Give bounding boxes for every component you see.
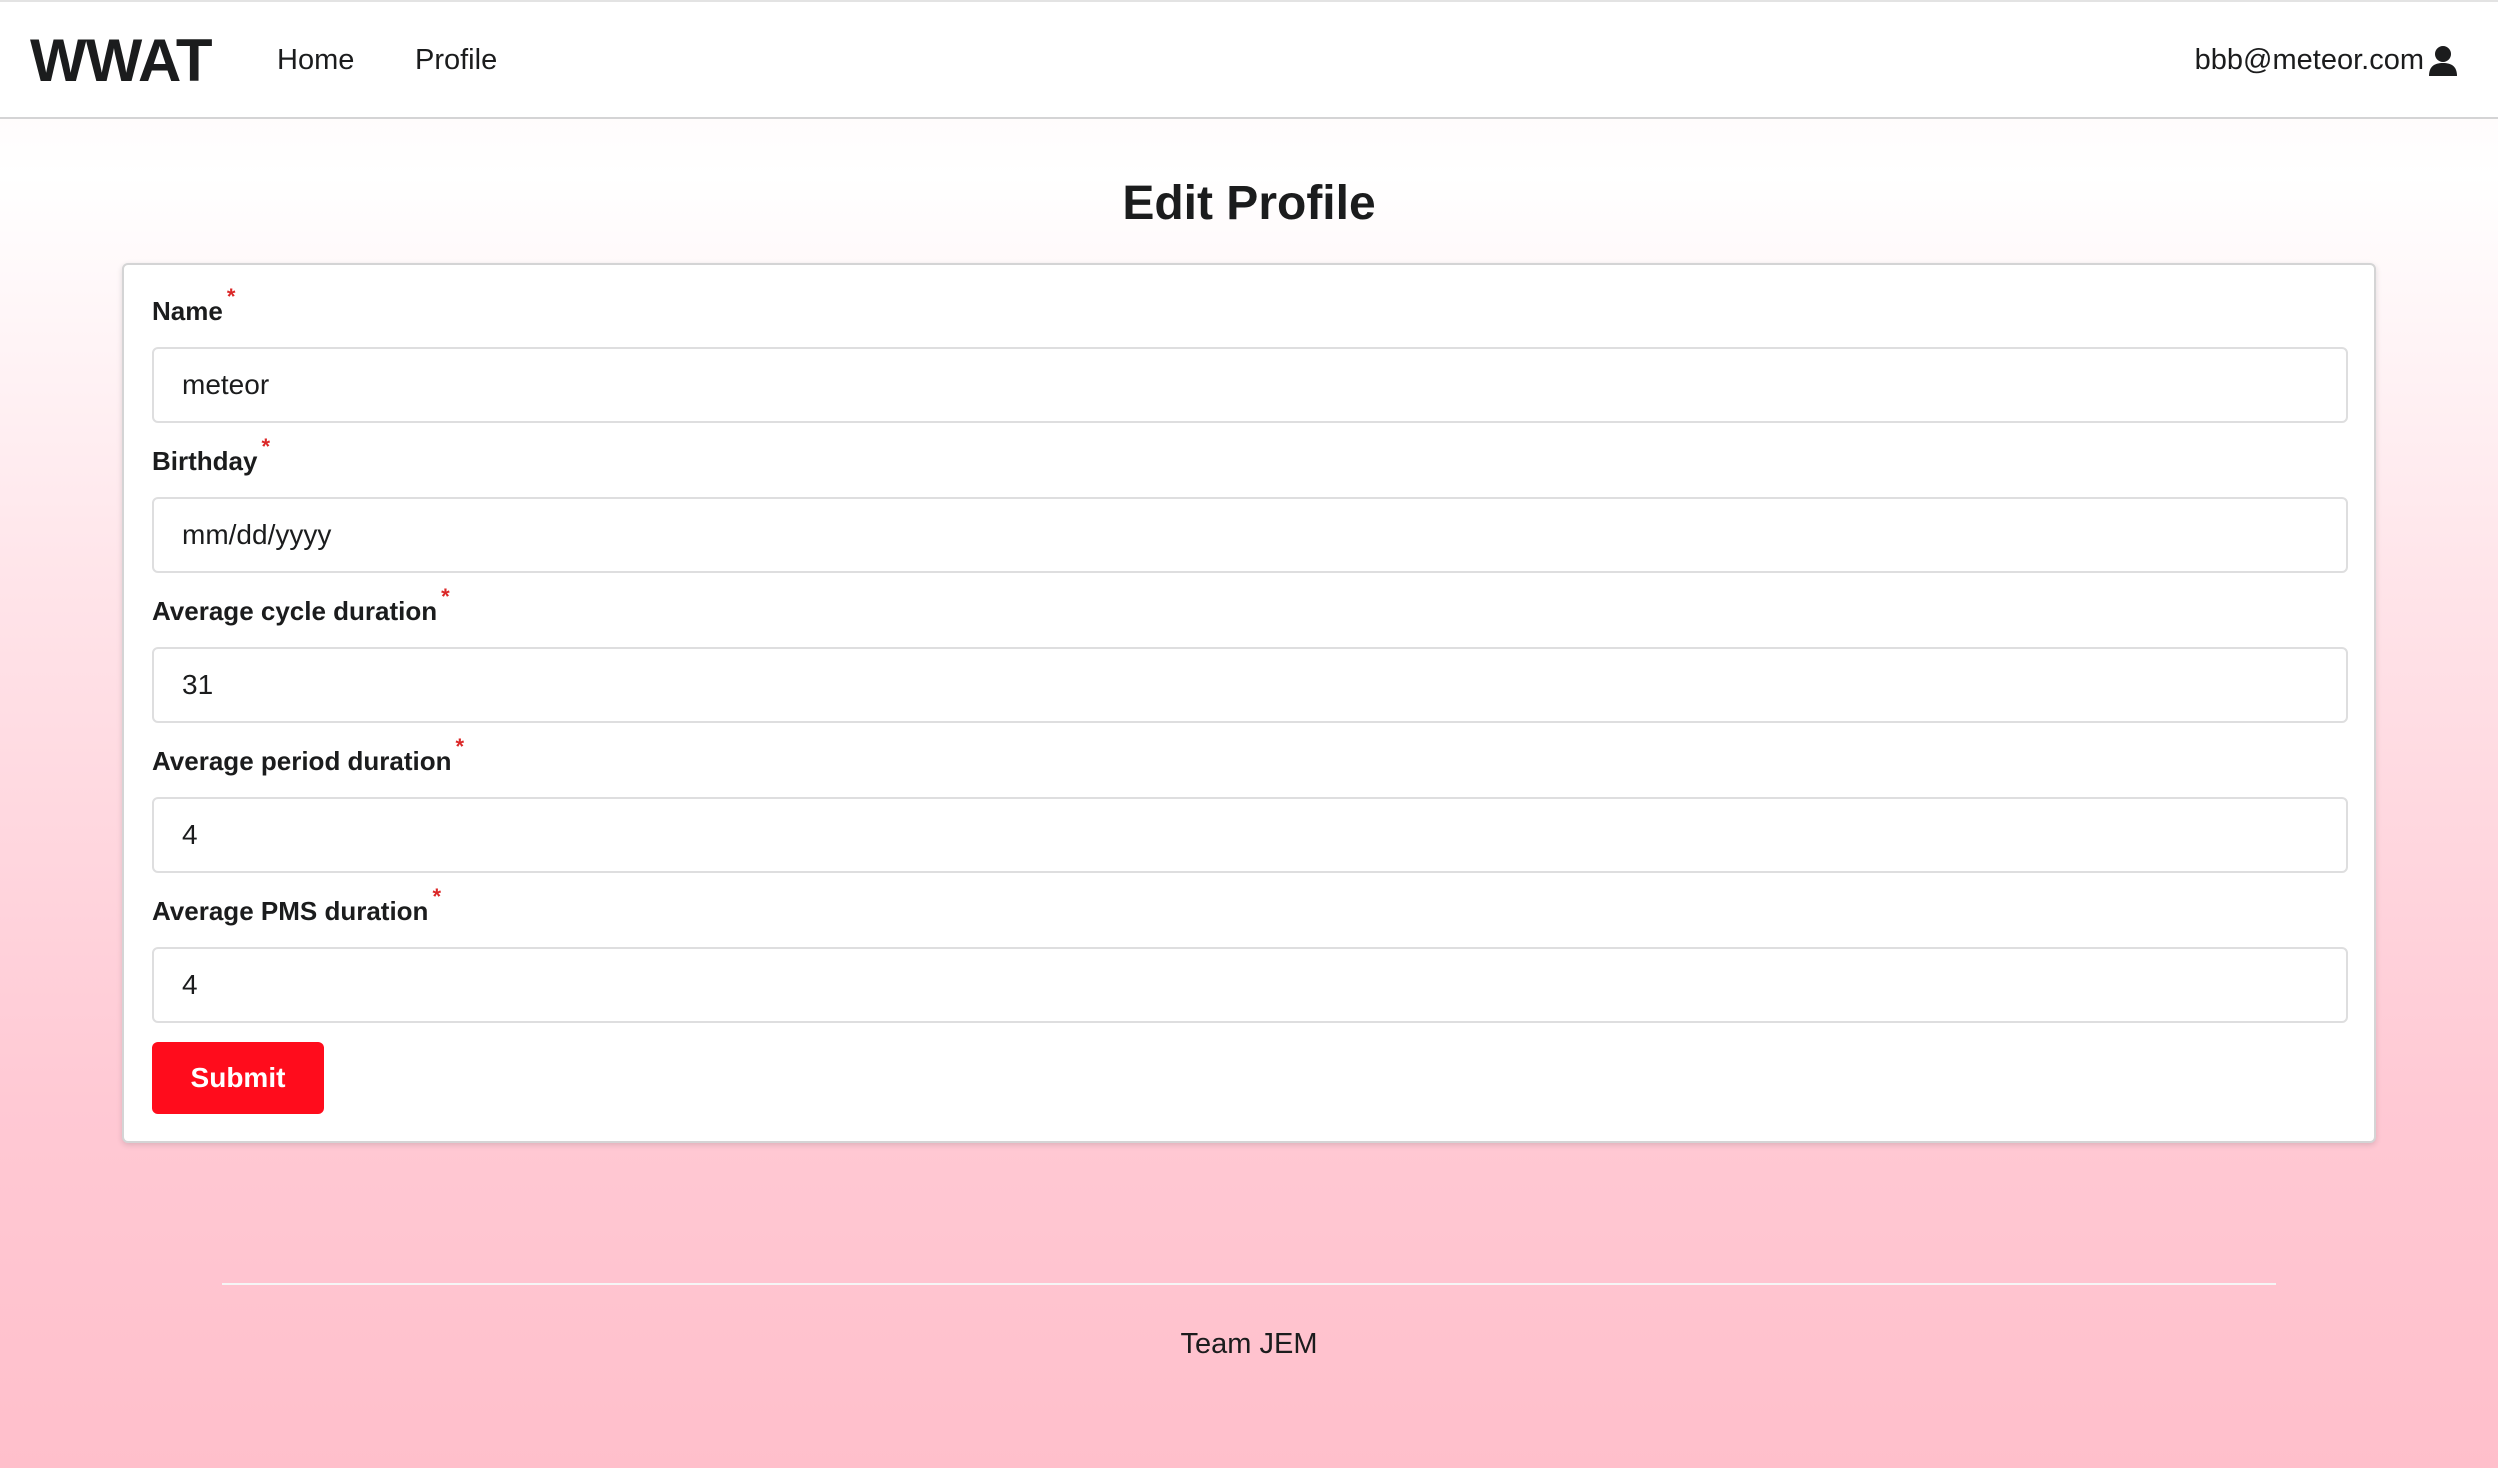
brand-logo[interactable]: WWAT <box>30 26 212 95</box>
edit-profile-form: Name * meteor Birthday * mm/dd/yyyy Averag… <box>122 263 2376 1143</box>
nav-item-profile[interactable]: Profile <box>415 44 497 77</box>
required-marker: * <box>441 584 450 609</box>
birthday-field: Birthday * mm/dd/yyyy <box>152 434 2348 573</box>
user-menu[interactable]: bbb@meteor.com <box>2195 44 2458 77</box>
name-field: Name * meteor <box>152 284 2348 423</box>
name-label: Name * <box>152 284 236 326</box>
pms-duration-field: Average PMS duration * 4 <box>152 884 2348 1023</box>
user-icon <box>2428 45 2458 77</box>
cycle-duration-field: Average cycle duration * 31 <box>152 584 2348 723</box>
nav-item-home[interactable]: Home <box>277 44 354 77</box>
name-input[interactable]: meteor <box>152 347 2348 423</box>
required-marker: * <box>432 884 441 909</box>
pms-duration-label: Average PMS duration * <box>152 884 441 926</box>
birthday-label: Birthday * <box>152 434 271 476</box>
footer-divider <box>222 1283 2276 1285</box>
period-duration-field: Average period duration * 4 <box>152 734 2348 873</box>
cycle-duration-label: Average cycle duration * <box>152 584 450 626</box>
required-marker: * <box>226 284 236 309</box>
submit-button[interactable]: Submit <box>152 1042 324 1114</box>
top-navbar: WWAT Home Profile bbb@meteor.com <box>0 0 2498 119</box>
pms-duration-input[interactable]: 4 <box>152 947 2348 1023</box>
birthday-input[interactable]: mm/dd/yyyy <box>152 497 2348 573</box>
period-duration-input[interactable]: 4 <box>152 797 2348 873</box>
cycle-duration-input[interactable]: 31 <box>152 647 2348 723</box>
required-marker: * <box>261 434 271 459</box>
page-title: Edit Profile <box>1122 177 1376 230</box>
user-email: bbb@meteor.com <box>2194 44 2424 76</box>
period-duration-label: Average period duration * <box>152 734 465 776</box>
required-marker: * <box>455 734 465 759</box>
footer-text: Team JEM <box>1180 1328 1318 1360</box>
